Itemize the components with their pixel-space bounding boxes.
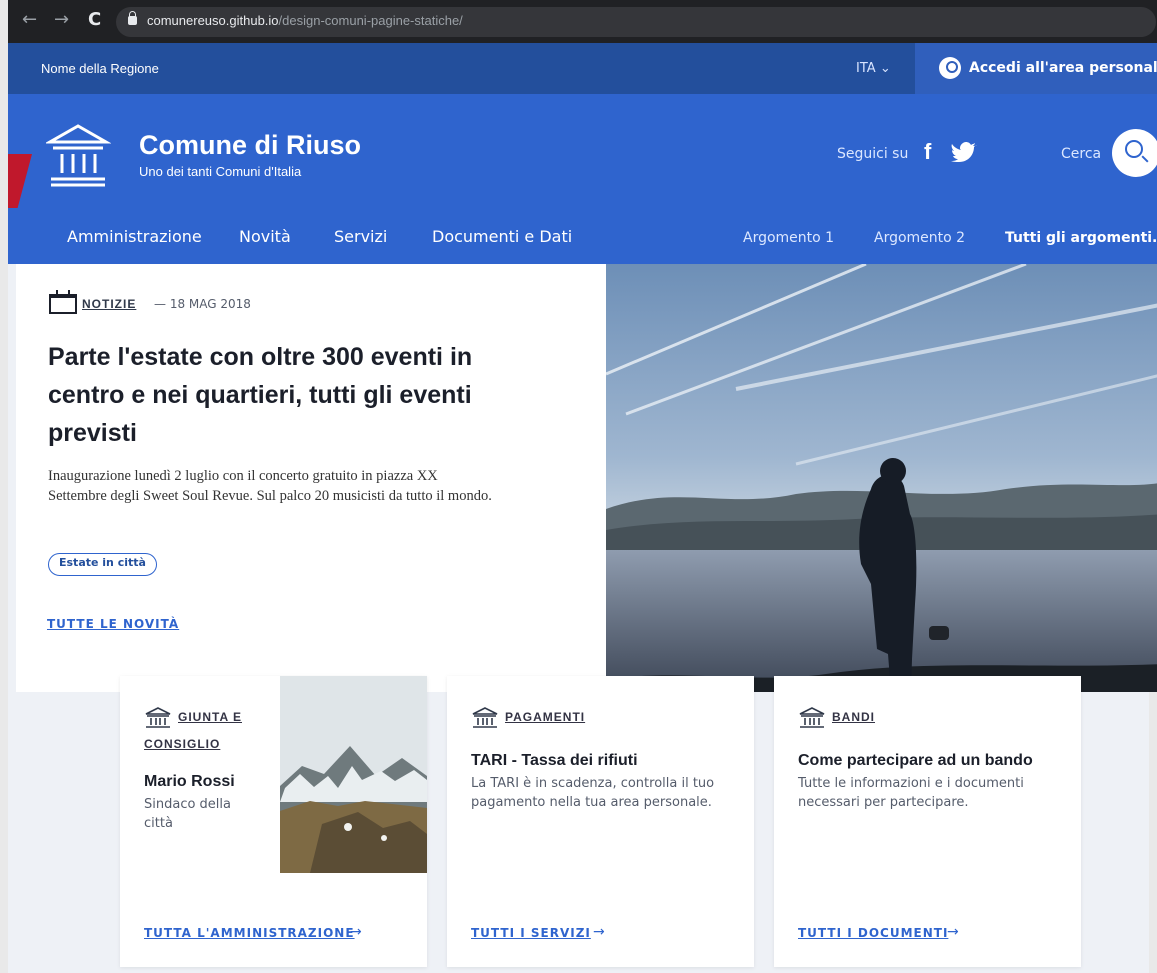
card-category[interactable]: BANDI [832,710,875,724]
article-category[interactable]: NOTIZIE [82,297,136,311]
nav-topic-2[interactable]: Argomento 2 [874,230,965,246]
arrow-right-icon[interactable]: → [593,924,605,940]
nav-item-novita[interactable]: Novità [239,227,291,246]
card-link[interactable]: TUTTI I SERVIZI [471,926,591,940]
browser-toolbar: ← → C comunereuso.github.io/design-comun… [8,0,1157,43]
article-date: — 18 MAG 2018 [154,297,251,311]
card-title: TARI - Tassa dei rifiuti [471,752,638,769]
card-title: Mario Rossi [144,773,235,790]
region-link[interactable]: Nome della Regione [41,61,159,76]
slim-header: Nome della Regione ITA ⌄ Accedi all'area… [8,43,1157,94]
card-text: La TARI è in scadenza, controlla il tuo … [471,776,715,810]
login-label: Accedi all'area personale [969,60,1157,76]
address-bar[interactable]: comunereuso.github.io/design-comuni-pagi… [116,7,1156,37]
browser-window: ← → C comunereuso.github.io/design-comun… [0,0,1157,973]
calendar-icon [49,290,77,314]
language-value: ITA [856,61,876,76]
site-subtitle: Uno dei tanti Comuni d'Italia [139,164,302,179]
card-category[interactable]: PAGAMENTI [505,710,585,724]
building-icon[interactable] [46,123,111,188]
arrow-right-icon[interactable]: → [350,924,362,940]
card-title: Come partecipare ad un bando [798,752,1033,769]
back-arrow-icon[interactable]: ← [22,10,37,30]
twitter-icon[interactable] [951,142,978,162]
social-label: Seguici su [837,146,909,162]
card-text: Tutte le informazioni e i documenti nece… [798,776,1024,810]
article-tag[interactable]: Estate in città [48,553,157,576]
nav-item-servizi[interactable]: Servizi [334,227,387,246]
url-path: /design-comuni-pagine-statiche/ [278,13,463,28]
building-icon [799,707,825,728]
site-title[interactable]: Comune di Riuso [139,130,361,161]
nav-item-documenti-dati[interactable]: Documenti e Dati [432,227,572,246]
mountain-image [280,676,427,873]
card-administration: GIUNTA E CONSIGLIO Mario Rossi Sindaco d… [120,676,427,967]
nav-item-amministrazione[interactable]: Amministrazione [67,227,202,246]
search-icon [1125,140,1143,158]
article-title[interactable]: Parte l'estate con oltre 300 eventi in c… [48,338,528,452]
reload-icon[interactable]: C [88,10,101,30]
all-news-link[interactable]: TUTTE LE NOVITÀ [47,617,179,631]
building-icon [145,707,171,728]
card-text: Sindaco della città [144,797,231,831]
card-category-continued[interactable]: CONSIGLIO [144,737,220,751]
card-link[interactable]: TUTTA L'AMMINISTRAZIONE [144,926,355,940]
card-link[interactable]: TUTTI I DOCUMENTI [798,926,948,940]
user-icon [939,57,961,79]
chevron-down-icon: ⌄ [879,61,891,76]
hero-image [606,264,1157,692]
lock-icon [128,11,137,25]
card-category[interactable]: GIUNTA E [178,710,242,724]
url-text[interactable]: comunereuso.github.io/design-comuni-pagi… [147,13,463,28]
article-abstract: Inaugurazione lunedì 2 luglio con il con… [48,468,492,504]
site-header: Comune di Riuso Uno dei tanti Comuni d'I… [8,94,1157,264]
login-button[interactable]: Accedi all'area personale [915,43,1157,94]
search-button[interactable] [1112,129,1157,177]
nav-topic-all[interactable]: Tutti gli argomenti... [1005,230,1157,246]
nav-topic-1[interactable]: Argomento 1 [743,230,834,246]
forward-arrow-icon[interactable]: → [54,10,69,30]
card-payments: PAGAMENTI TARI - Tassa dei rifiuti La TA… [447,676,754,967]
featured-article: NOTIZIE — 18 MAG 2018 Parte l'estate con… [16,264,606,692]
facebook-icon[interactable]: f [924,139,931,165]
language-selector[interactable]: ITA ⌄ [856,61,891,76]
arrow-right-icon[interactable]: → [947,924,959,940]
url-domain: comunereuso.github.io [147,13,279,28]
search-label: Cerca [1061,146,1102,162]
card-bandi: BANDI Come partecipare ad un bando Tutte… [774,676,1081,967]
building-icon [472,707,498,728]
